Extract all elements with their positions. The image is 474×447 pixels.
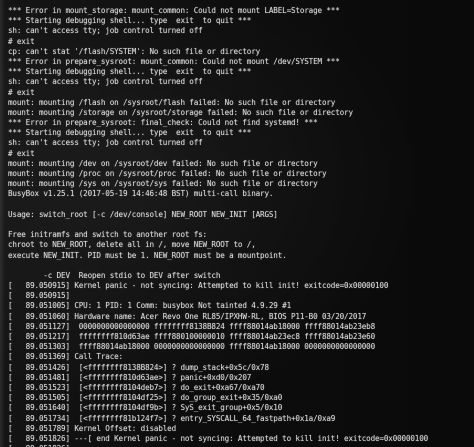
console-line: BusyBox v1.25.1 (2017-05-19 14:46:48 BST…: [8, 189, 274, 199]
console-line: [ 89.051481] [<ffffffff810d63ae>] ? pani…: [8, 372, 252, 382]
console-line: *** Starting debugging shell... type exi…: [8, 67, 252, 77]
console-line: *** Error in mount_storage: mount_common…: [8, 6, 340, 15]
console-line: mount: mounting /sys on /sysroot/sys fai…: [8, 179, 318, 189]
console-line: [ 89.051505] [<ffffffff8104df25>] ? do_g…: [8, 393, 283, 403]
console-line: mount: mounting /storage on /sysroot/sto…: [8, 107, 353, 117]
console-line: [ 89.050915] Kernel panic - not syncing:…: [8, 281, 389, 291]
console-line: *** Starting debugging shell... type exi…: [8, 128, 252, 138]
console-line: chroot to NEW_ROOT, delete all in /, mov…: [8, 240, 256, 250]
console-line: [ 89.051217] ffffffff810d63ae ffff880100…: [8, 332, 376, 341]
console-line: [ 89.051523] [<ffffffff8104deb7>] ? do_e…: [8, 382, 265, 392]
console-line: [ 89.050915]: [8, 291, 70, 301]
console-line: execute NEW_INIT. PID must be 1. NEW_ROO…: [8, 250, 287, 260]
console-line: *** Starting debugging shell... type exi…: [8, 16, 252, 26]
console-line: mount: mounting /dev on /sysroot/dev fai…: [8, 158, 318, 168]
console-line: -c DEV Reopen stdio to DEV after switch: [8, 270, 221, 280]
console-line: [ 89.051127] 0000000000000000 ffffffff81…: [8, 321, 376, 331]
console-line: [ 89.051005] CPU: 1 PID: 1 Comm: busybox…: [8, 301, 291, 311]
monitor-bezel-edge: [0, 0, 6, 447]
console-line: cp: can't stat '/flash/SYSTEM': No such …: [8, 46, 261, 56]
console-line: sh: can't access tty; job control turned…: [8, 26, 203, 36]
console-line: *** Error in prepare_sysroot: mount_comm…: [8, 56, 340, 66]
console-line: mount: mounting /flash on /sysroot/flash…: [8, 97, 336, 107]
console-line: sh: can't access tty; job control turned…: [8, 138, 203, 148]
console-line: sh: can't access tty; job control turned…: [8, 77, 203, 87]
console-line: mount: mounting /proc on /sysroot/proc f…: [8, 169, 327, 178]
console-line: Free initramfs and switch to another roo…: [8, 230, 207, 240]
console-line: # exit: [8, 148, 35, 158]
console-line: [ 89.051369] Call Trace:: [8, 352, 123, 362]
console-line: Usage: switch_root [-c /dev/console] NEW…: [8, 209, 278, 219]
console-output: *** Error in mount_storage: mount_common…: [8, 6, 470, 447]
console-line: # exit: [8, 36, 35, 46]
console-line: *** Error in prepare_sysroot: final_chec…: [8, 118, 318, 128]
console-line: [ 89.051734] [<ffffffff81b124f7>] ? entr…: [8, 413, 336, 423]
console-line: [ 89.051426] [<ffffffff8138B824>] ? dump…: [8, 362, 269, 372]
console-line: [ 89.051303] ffff88014ab18000 0000000000…: [8, 342, 376, 352]
console-line: [ 89.051789] Kernel Offset: disabled: [8, 423, 177, 433]
terminal-screen: *** Error in mount_storage: mount_common…: [0, 0, 474, 447]
console-line: [ 89.051060] Hardware name: Acer Revo On…: [8, 311, 367, 321]
console-line: [ 89.051826] ---[ end Kernel panic - not…: [8, 433, 429, 443]
console-line: # exit: [8, 87, 35, 97]
console-line: [ 89.051640] [<ffffffff8104df9b>] ? SyS_…: [8, 403, 283, 413]
